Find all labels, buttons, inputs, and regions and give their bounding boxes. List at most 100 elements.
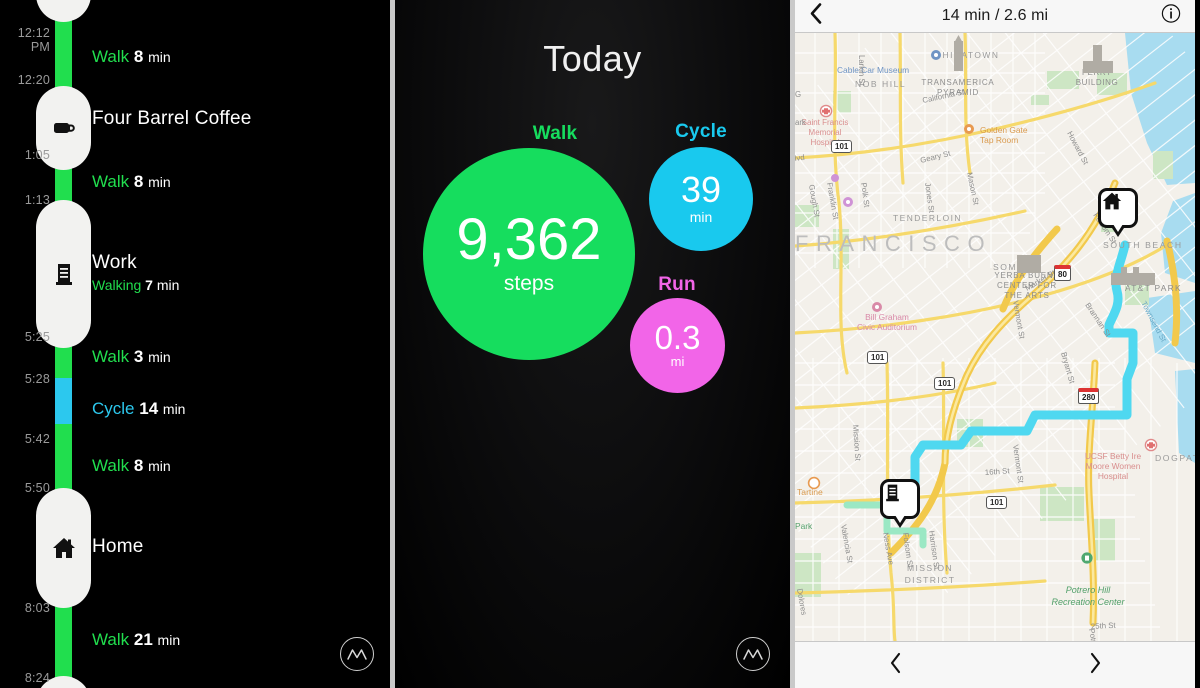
timeline-time-550: 5:50 — [24, 481, 50, 495]
svg-text:TENDERLOIN: TENDERLOIN — [893, 213, 962, 223]
route-shield-101: 101 — [831, 140, 853, 153]
svg-text:lvd: lvd — [795, 153, 805, 163]
timeline-time-803: 8:03 — [24, 601, 50, 615]
cycle-bubble-caption: Cycle — [675, 121, 727, 142]
moves-logo-icon[interactable] — [340, 637, 374, 671]
svg-text:Civic Auditorium: Civic Auditorium — [857, 322, 917, 332]
route-shield-101: 101 — [934, 377, 956, 390]
map-pin-work[interactable] — [880, 479, 920, 519]
timeline-time-528: 5:28 — [24, 372, 50, 386]
map-pin-home[interactable] — [1098, 188, 1138, 228]
activity-value: 14 — [139, 399, 159, 418]
map-screen: 14 min / 2.6 mi CHINATOWN Cable Car Muse… — [795, 0, 1195, 688]
svg-text:Golden Gate: Golden Gate — [980, 125, 1028, 135]
walk-bubble[interactable]: 9,362 steps — [423, 148, 635, 360]
svg-text:Hospital: Hospital — [1098, 471, 1128, 481]
map-render: CHINATOWN Cable Car Museum NOB HILL TRAN… — [795, 33, 1195, 641]
activity-value: 8 — [133, 172, 144, 191]
activity-name: Walk — [92, 630, 130, 649]
timeline-entry-walk-3[interactable]: Walk 3 min — [92, 347, 171, 367]
activity-unit: min — [148, 49, 171, 65]
timeline-time-113: 1:13 — [24, 193, 50, 207]
three-screenshot-strip: 12:12 PM 12:20 1:05 1:13 5:25 5:28 5:42 5… — [0, 0, 1200, 688]
run-bubble-caption: Run — [658, 274, 696, 295]
route-summary-title: 14 min / 2.6 mi — [941, 7, 1049, 24]
svg-text:G: G — [795, 90, 801, 99]
next-trip-button[interactable] — [995, 651, 1195, 680]
svg-text:CHINATOWN: CHINATOWN — [935, 50, 999, 60]
timeline-entry-home[interactable]: Home — [92, 536, 143, 558]
timeline-entry-work[interactable]: Work Walking 7 min — [92, 252, 179, 293]
activity-unit: min — [157, 632, 181, 648]
timeline-time-542: 5:42 — [24, 432, 50, 446]
info-circle-icon — [1161, 4, 1181, 28]
home-icon — [51, 536, 77, 560]
svg-text:Recreation Center: Recreation Center — [1051, 597, 1125, 607]
svg-text:Bill Graham: Bill Graham — [865, 312, 909, 322]
timeline-time-824: 8:24 — [24, 671, 50, 685]
cycle-value: 39 — [680, 169, 722, 211]
moves-logo-icon[interactable] — [736, 637, 770, 671]
timeline-entry-coffee[interactable]: Four Barrel Coffee — [92, 108, 252, 130]
svg-text:DISTRICT: DISTRICT — [905, 575, 956, 585]
sub-activity-name: Walking — [92, 277, 142, 293]
timeline-entry-walk-2[interactable]: Walk 8 min — [92, 172, 171, 192]
cup-icon — [51, 115, 77, 141]
timeline-entry-walk-1[interactable]: Walk 8 min — [92, 47, 171, 67]
svg-text:TRANSAMERICA: TRANSAMERICA — [921, 78, 994, 87]
activity-name: Walk — [92, 47, 130, 66]
svg-text:16th St: 16th St — [985, 466, 1011, 477]
svg-text:Cable Car Museum: Cable Car Museum — [837, 65, 909, 75]
route-shield-i280: 280 — [1078, 388, 1100, 404]
svg-text:Tap Room: Tap Room — [980, 135, 1018, 145]
activity-unit: min — [162, 401, 186, 417]
timeline-entry-walk-5[interactable]: Walk 21 min — [92, 630, 180, 650]
timeline-time-105: 1:05 — [24, 148, 50, 162]
timeline-time-1220: 12:20 — [17, 73, 50, 87]
place-bubble-work[interactable] — [36, 200, 91, 348]
sub-activity-value: 7 — [145, 277, 153, 293]
activity-value: 3 — [133, 347, 144, 366]
place-bubble-home[interactable] — [36, 488, 91, 608]
activity-unit: min — [148, 174, 171, 190]
activity-unit: min — [148, 349, 171, 365]
activity-name: Walk — [92, 347, 130, 366]
place-bubble-partial-top[interactable] — [36, 0, 91, 22]
cycle-bubble[interactable]: 39 min — [649, 147, 753, 251]
svg-text:Park: Park — [795, 521, 813, 531]
map-canvas[interactable]: CHINATOWN Cable Car Museum NOB HILL TRAN… — [795, 33, 1195, 641]
activity-name: Walk — [92, 172, 130, 191]
track-segment-cycle-1 — [55, 378, 72, 426]
track-segment-walk-4 — [55, 424, 72, 494]
svg-text:UCSF Betty Ire: UCSF Betty Ire — [1085, 451, 1142, 461]
svg-text:Larkin St: Larkin St — [857, 55, 866, 87]
chevron-right-icon — [1088, 651, 1103, 680]
previous-trip-button[interactable] — [795, 651, 995, 680]
walk-bubble-caption: Walk — [532, 123, 578, 144]
track-segment-walk-5 — [55, 600, 72, 688]
back-button[interactable] — [809, 3, 823, 30]
svg-text:Tartine: Tartine — [797, 487, 823, 497]
run-value: 0.3 — [654, 318, 701, 356]
timeline-time-525: 5:25 — [24, 330, 50, 344]
run-unit: mi — [670, 354, 685, 370]
activity-value: 21 — [133, 630, 153, 649]
timeline-time-1212: 12:12 PM — [17, 26, 50, 54]
svg-text:Saint Francis: Saint Francis — [802, 118, 849, 127]
place-name: Work — [92, 252, 137, 273]
svg-text:DOGPATCH: DOGPATCH — [1155, 453, 1195, 463]
run-bubble[interactable]: 0.3 mi — [630, 298, 725, 393]
work-icon — [52, 261, 76, 287]
svg-text:FRANCISCO: FRANCISCO — [795, 231, 992, 256]
timeline-entry-walk-4[interactable]: Walk 8 min — [92, 456, 171, 476]
timeline-screen: 12:12 PM 12:20 1:05 1:13 5:25 5:28 5:42 5… — [0, 0, 395, 688]
svg-text:Potrero Hill: Potrero Hill — [1066, 585, 1112, 595]
activity-name: Cycle — [92, 399, 135, 418]
walk-value: 9,362 — [456, 207, 602, 273]
route-shield-101: 101 — [986, 496, 1008, 509]
svg-text:ark: ark — [795, 118, 806, 127]
svg-text:Moore Women: Moore Women — [1086, 461, 1141, 471]
sub-activity-unit: min — [156, 277, 180, 293]
info-button[interactable] — [1161, 4, 1181, 29]
timeline-entry-cycle[interactable]: Cycle 14 min — [92, 399, 185, 419]
